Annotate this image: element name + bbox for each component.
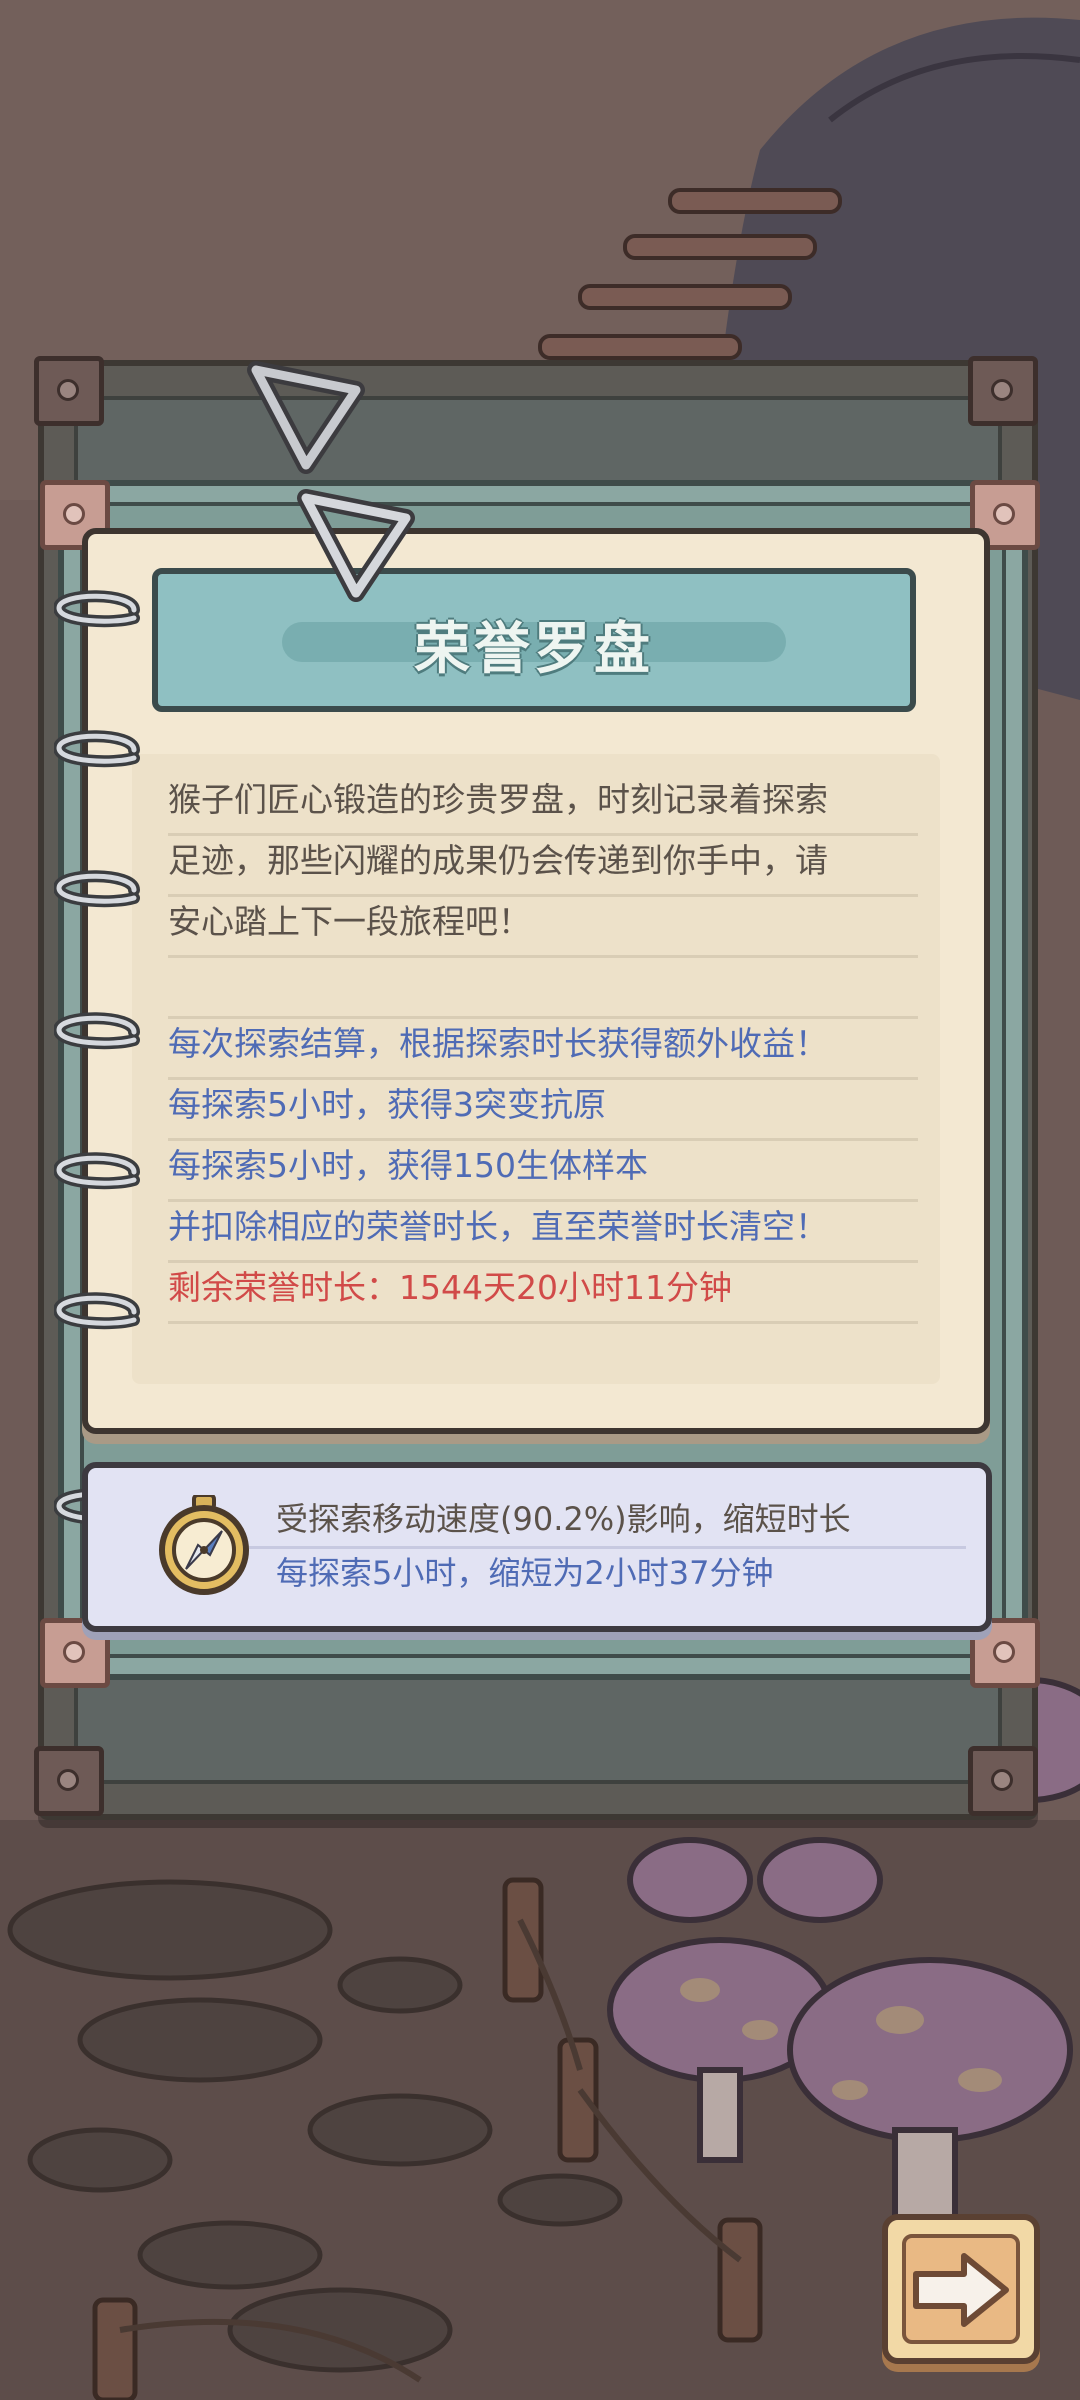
binder-ring-icon: [54, 590, 140, 628]
binder-ring-icon: [54, 1292, 140, 1330]
binder-ring-icon: [54, 1012, 140, 1050]
shortened-duration-text: 每探索5小时，缩短为2小时37分钟: [276, 1554, 774, 1592]
title-bar: 荣誉罗盘: [152, 568, 916, 712]
corner-bolt: [968, 1746, 1038, 1816]
binder-ring-icon: [54, 730, 140, 768]
blank-line: [168, 958, 918, 1019]
next-button[interactable]: [882, 2214, 1040, 2364]
reward-line: 每探索5小时，获得150生体样本: [168, 1141, 918, 1202]
description-line: 足迹，那些闪耀的成果仍会传递到你手中，请: [168, 836, 918, 897]
binder-ring-icon: [54, 1152, 140, 1190]
corner-bolt: [34, 356, 104, 426]
compass-icon: [159, 1495, 249, 1595]
hanger-icon: [297, 489, 415, 602]
speed-modifier-text: 受探索移动速度(90.2%)影响，缩短时长: [276, 1500, 851, 1538]
reward-line: 并扣除相应的荣誉时长，直至荣誉时长清空！: [168, 1202, 918, 1263]
page-title: 荣誉罗盘: [414, 617, 654, 682]
arrow-right-icon: [913, 2253, 1009, 2327]
description-line: 安心踏上下一段旅程吧！: [168, 897, 918, 958]
remaining-time: 剩余荣誉时长：1544天20小时11分钟: [168, 1263, 918, 1324]
reward-line: 每探索5小时，获得3突变抗原: [168, 1080, 918, 1141]
corner-bolt: [968, 356, 1038, 426]
hanger-icon: [247, 361, 365, 474]
description-line: 猴子们匠心锻造的珍贵罗盘，时刻记录着探索: [168, 775, 918, 836]
reward-line: 每次探索结算，根据探索时长获得额外收益！: [168, 1019, 918, 1080]
binder-ring-icon: [54, 870, 140, 908]
corner-bolt: [34, 1746, 104, 1816]
